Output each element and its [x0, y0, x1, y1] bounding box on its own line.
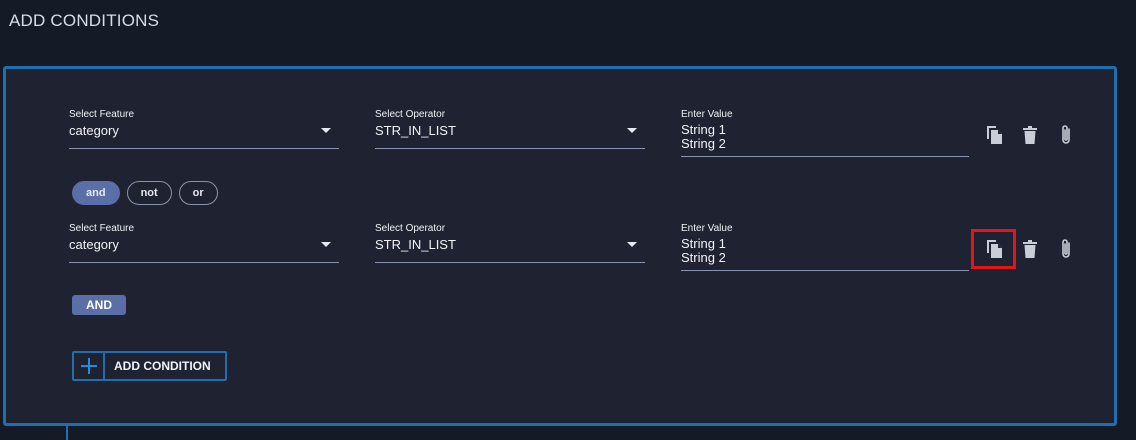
value-field-text: String 1 String 2 [681, 123, 726, 151]
operator-select-value: STR_IN_LIST [375, 123, 456, 138]
value-line: String 2 [681, 136, 726, 151]
delete-condition-button[interactable] [1017, 122, 1043, 148]
dropdown-caret-icon[interactable] [321, 242, 331, 247]
group-operator-badge[interactable]: AND [72, 295, 126, 315]
logic-operator-group: and not or [72, 181, 218, 205]
delete-condition-button[interactable] [1017, 236, 1043, 262]
trash-icon [1023, 126, 1037, 144]
feature-select-value: category [69, 123, 119, 138]
field-underline [375, 148, 645, 149]
and-operator-button[interactable]: and [72, 181, 120, 205]
value-textarea[interactable]: Enter Value String 1 String 2 [681, 109, 969, 157]
operator-select-label: Select Operator [375, 223, 446, 234]
feature-select-value: category [69, 237, 119, 252]
value-field-label: Enter Value [681, 223, 733, 234]
value-line: String 1 [681, 122, 726, 137]
feature-select[interactable]: Select Feature category [69, 223, 339, 263]
attach-button[interactable] [1053, 236, 1079, 262]
conditions-panel: Select Feature category Select Operator … [3, 66, 1117, 426]
paperclip-icon [1062, 125, 1070, 144]
dropdown-caret-icon[interactable] [627, 128, 637, 133]
dropdown-caret-icon[interactable] [321, 128, 331, 133]
or-operator-button[interactable]: or [178, 181, 218, 205]
operator-select[interactable]: Select Operator STR_IN_LIST [375, 109, 645, 149]
operator-select[interactable]: Select Operator STR_IN_LIST [375, 223, 645, 263]
operator-select-value: STR_IN_LIST [375, 237, 456, 252]
feature-select-label: Select Feature [69, 109, 135, 120]
value-line: String 2 [681, 250, 726, 265]
field-underline [375, 262, 645, 263]
value-line: String 1 [681, 236, 726, 251]
paperclip-icon [1062, 239, 1070, 258]
add-condition-label: ADD CONDITION [114, 359, 211, 373]
duplicate-condition-button[interactable] [981, 122, 1007, 148]
page-title: ADD CONDITIONS [9, 11, 160, 30]
operator-select-label: Select Operator [375, 109, 446, 120]
condition-row-2: Select Feature category Select Operator … [6, 223, 1114, 279]
field-underline [681, 156, 969, 157]
tree-connector-line [66, 423, 68, 440]
add-condition-button[interactable]: ADD CONDITION [72, 351, 227, 381]
feature-select-label: Select Feature [69, 223, 135, 234]
feature-select[interactable]: Select Feature category [69, 109, 339, 149]
duplicate-condition-button[interactable] [981, 236, 1007, 262]
value-field-text: String 1 String 2 [681, 237, 726, 265]
value-textarea[interactable]: Enter Value String 1 String 2 [681, 223, 969, 271]
not-operator-button[interactable]: not [126, 181, 172, 205]
value-field-label: Enter Value [681, 109, 733, 120]
copy-icon [987, 126, 1002, 144]
field-underline [69, 262, 339, 263]
attach-button[interactable] [1053, 122, 1079, 148]
field-underline [681, 270, 969, 271]
trash-icon [1023, 240, 1037, 258]
copy-icon [987, 240, 1002, 258]
condition-row-1: Select Feature category Select Operator … [6, 109, 1114, 165]
dropdown-caret-icon[interactable] [627, 242, 637, 247]
plus-icon [74, 353, 105, 379]
field-underline [69, 148, 339, 149]
